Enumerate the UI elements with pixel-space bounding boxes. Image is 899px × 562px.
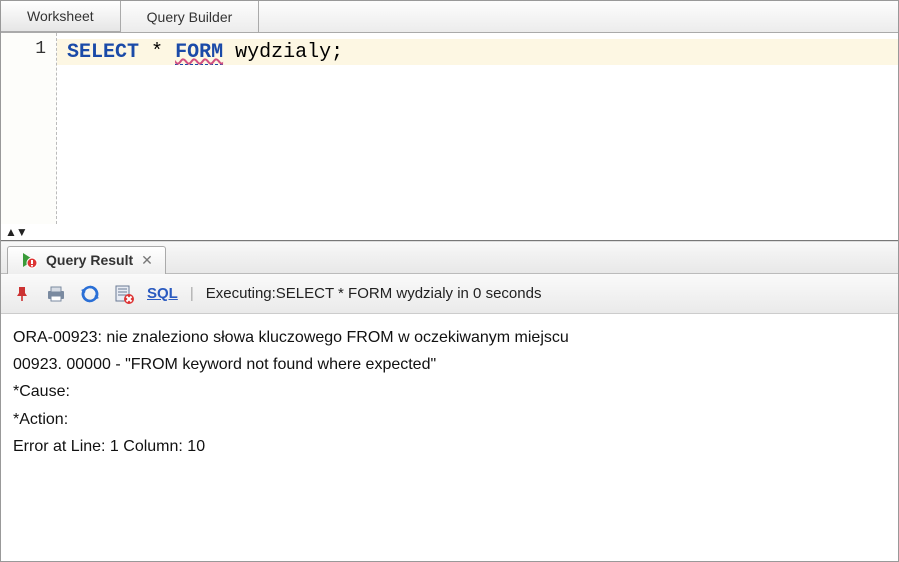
toolbar-separator: |	[190, 285, 194, 302]
token-star: *	[151, 41, 163, 64]
code-line-1: SELECT * FORM wydzialy;	[67, 39, 888, 67]
tab-worksheet[interactable]: Worksheet	[1, 1, 121, 32]
editor-tabs: Worksheet Query Builder	[1, 1, 898, 33]
tab-query-result[interactable]: Query Result ✕	[7, 246, 166, 274]
result-pane: Query Result ✕	[1, 241, 898, 561]
error-line: ORA-00923: nie znaleziono słowa kluczowe…	[13, 324, 886, 351]
error-line: 00923. 00000 - "FROM keyword not found w…	[13, 351, 886, 378]
line-number: 1	[1, 39, 46, 59]
query-result-icon	[18, 249, 40, 271]
close-icon[interactable]: ✕	[139, 252, 155, 269]
refresh-icon[interactable]	[79, 283, 101, 305]
sql-link[interactable]: SQL	[147, 285, 178, 302]
error-output[interactable]: ORA-00923: nie znaleziono słowa kluczowe…	[1, 314, 898, 561]
tab-query-builder[interactable]: Query Builder	[121, 1, 260, 32]
editor-pane: Worksheet Query Builder 1 SELECT * FORM …	[1, 1, 898, 241]
error-line: *Action:	[13, 406, 886, 433]
token-table: wydzialy	[235, 41, 331, 64]
keyword-form-error: FORM	[175, 41, 223, 65]
pin-icon[interactable]	[11, 283, 33, 305]
result-toolbar: SQL | Executing:SELECT * FORM wydzialy i…	[1, 274, 898, 314]
error-line: Error at Line: 1 Column: 10	[13, 433, 886, 460]
cancel-query-icon[interactable]	[113, 283, 135, 305]
error-line: *Cause:	[13, 378, 886, 405]
execution-status: Executing:SELECT * FORM wydzialy in 0 se…	[206, 285, 542, 302]
editor-area[interactable]: 1 SELECT * FORM wydzialy;	[1, 33, 898, 224]
token-semicolon: ;	[331, 41, 343, 64]
result-tab-bar: Query Result ✕	[1, 242, 898, 274]
sql-code[interactable]: SELECT * FORM wydzialy;	[57, 33, 898, 224]
result-tab-label: Query Result	[46, 252, 133, 268]
print-icon[interactable]	[45, 283, 67, 305]
keyword-select: SELECT	[67, 41, 139, 64]
line-gutter: 1	[1, 33, 57, 224]
grip-indicator-icon: ▲▼	[5, 226, 27, 238]
pane-resize-grip[interactable]: ▲▼	[1, 224, 898, 240]
